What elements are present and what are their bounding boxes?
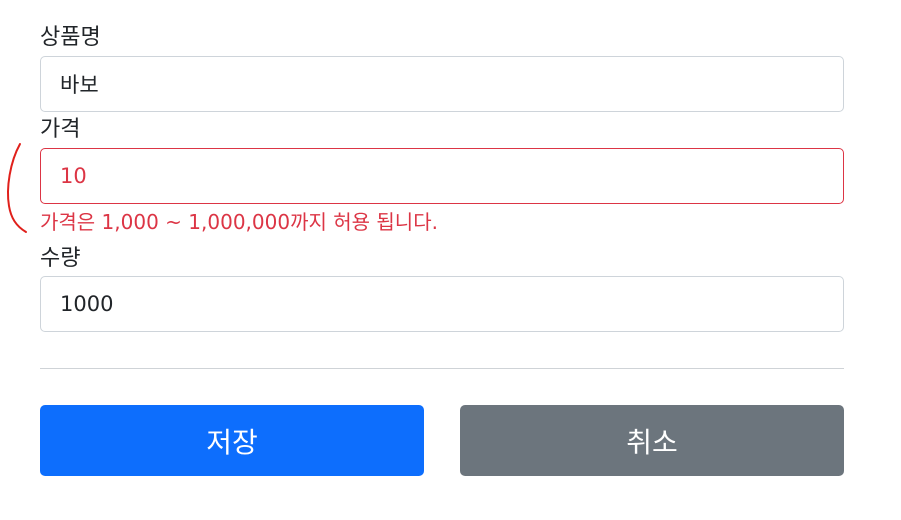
save-button[interactable]: 저장 bbox=[40, 405, 424, 476]
cancel-button[interactable]: 취소 bbox=[460, 405, 844, 476]
item-edit-page: 상품명 가격 가격은 1,000 ~ 1,000,000까지 허용 됩니다. 수… bbox=[0, 0, 901, 520]
product-name-label: 상품명 bbox=[40, 25, 101, 50]
quantity-label: 수량 bbox=[40, 246, 81, 271]
quantity-input[interactable] bbox=[40, 276, 844, 332]
product-name-input[interactable] bbox=[40, 56, 844, 112]
price-input[interactable] bbox=[40, 148, 844, 204]
red-annotation-mark bbox=[7, 143, 27, 233]
price-label: 가격 bbox=[40, 117, 81, 142]
divider bbox=[40, 368, 844, 369]
price-error-message: 가격은 1,000 ~ 1,000,000까지 허용 됩니다. bbox=[40, 210, 438, 234]
